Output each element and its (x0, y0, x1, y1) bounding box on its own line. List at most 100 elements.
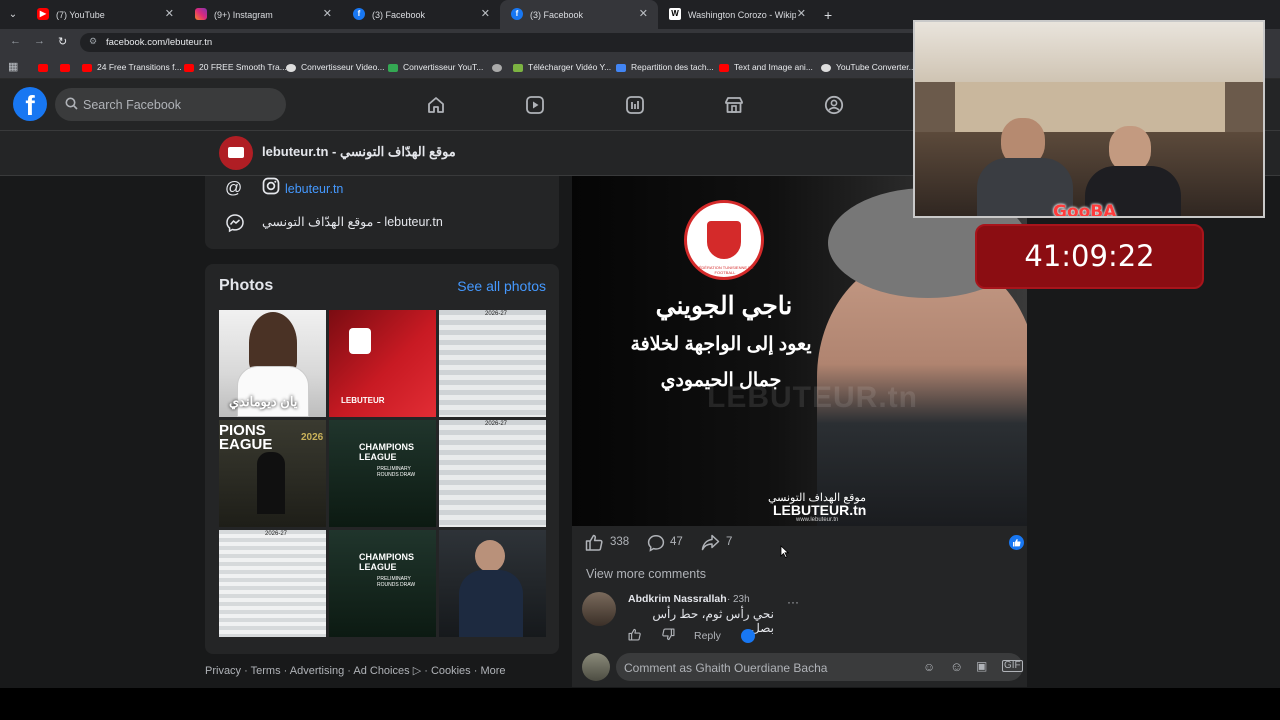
comment-like-icon[interactable] (628, 628, 641, 646)
avatar-sticker-icon[interactable]: ☺ (923, 660, 935, 674)
page-name[interactable]: lebuteur.tn - موقع الهدّاف التونسي (262, 144, 456, 160)
comment-count[interactable]: 47 (670, 536, 683, 548)
emoji-icon[interactable]: ☺ (950, 659, 963, 674)
bookmark-label: 20 FREE Smooth Tra... (199, 62, 287, 72)
close-tab-icon[interactable]: ✕ (797, 7, 806, 20)
comment-more-button[interactable]: ··· (787, 595, 799, 609)
ceiling-area (915, 22, 1263, 82)
footer-terms-link[interactable]: Terms (251, 665, 281, 677)
search-input[interactable]: Search Facebook (55, 88, 286, 121)
camera-icon[interactable]: ▣ (976, 659, 987, 673)
like-icon[interactable] (585, 534, 603, 556)
messenger-link[interactable]: موقع الهدّاف التونسي - lebuteur.tn (262, 214, 443, 229)
composer-placeholder: Comment as Ghaith Ouerdiane Bacha (624, 661, 828, 675)
photo-caption: 2026-27 (265, 531, 288, 537)
bookmark-item[interactable]: Repartition des tach... (616, 62, 714, 72)
site-info-icon[interactable]: ⚙ (89, 36, 97, 47)
photo-thumb-3[interactable]: 2026-27 (439, 310, 546, 417)
facebook-icon: f (511, 8, 523, 20)
photo-thumb-5[interactable]: CHAMPIONS LEAGUE PRELIMINARY ROUNDS DRAW (329, 420, 436, 527)
comment-time-sep: · (727, 594, 731, 605)
forward-icon[interactable]: → (34, 35, 45, 47)
video-icon[interactable] (525, 95, 545, 120)
back-icon[interactable]: ← (10, 35, 21, 47)
like-reaction-icon[interactable] (1009, 535, 1024, 550)
bookmark-youtube-2[interactable] (60, 62, 75, 72)
tab-facebook-1[interactable]: f (3) Facebook ✕ (342, 0, 500, 29)
page-avatar[interactable] (219, 136, 253, 170)
commenter-avatar[interactable] (582, 592, 616, 626)
bookmark-item[interactable]: Télécharger Vidéo Y... (513, 62, 611, 72)
tab-wikipedia[interactable]: W Washington Corozo - Wikipedia ✕ (658, 0, 816, 29)
bookmark-globe[interactable] (492, 62, 507, 72)
bookmark-item[interactable]: 20 FREE Smooth Tra... (184, 62, 287, 72)
bookmark-item[interactable]: Convertisseur Video... (286, 62, 384, 72)
reload-icon[interactable]: ↻ (58, 35, 67, 48)
bottom-strip (0, 688, 1280, 720)
footer-privacy-link[interactable]: Privacy (205, 665, 241, 677)
new-tab-button[interactable]: + (816, 7, 832, 23)
comment-composer-input[interactable]: Comment as Ghaith Ouerdiane Bacha ☺ ☺ ▣ … (616, 653, 1023, 681)
photo-thumb-2[interactable]: LEBUTEUR (329, 310, 436, 417)
close-tab-icon[interactable]: ✕ (481, 7, 490, 20)
footer-cookies-link[interactable]: Cookies (431, 665, 471, 677)
comment-dislike-icon[interactable] (662, 628, 675, 646)
globe-icon (821, 63, 831, 72)
youtube-icon (82, 63, 92, 72)
bookmark-item[interactable]: YouTube Converter... (821, 62, 916, 72)
tab-search-chevron-icon[interactable]: ⌄ (0, 9, 26, 20)
apps-grid-icon[interactable]: ▦ (8, 60, 18, 73)
youtube-icon: ▶ (37, 8, 49, 20)
gif-icon[interactable]: GIF (1002, 660, 1023, 672)
feeds-icon[interactable] (625, 95, 645, 120)
footer-advertising-link[interactable]: Advertising (290, 665, 344, 677)
comment-icon[interactable] (647, 534, 665, 557)
brand-site: www.lebuteur.tn (796, 517, 839, 523)
tab-instagram[interactable]: (9+) Instagram ✕ (184, 0, 342, 29)
footer-ad-choices-link[interactable]: Ad Choices (353, 665, 409, 677)
groups-icon[interactable] (824, 95, 844, 120)
instagram-link[interactable]: lebuteur.tn (285, 182, 343, 196)
tab-facebook-active[interactable]: f (3) Facebook ✕ (500, 0, 658, 29)
close-tab-icon[interactable]: ✕ (323, 7, 332, 20)
bookmark-label: YouTube Converter... (836, 62, 916, 72)
tab-youtube[interactable]: ▶ (7) YouTube ✕ (26, 0, 184, 29)
reply-button[interactable]: Reply (694, 630, 721, 642)
bookmark-item[interactable]: Text and Image ani... (719, 62, 813, 72)
tab-title: (9+) Instagram (214, 9, 273, 20)
bookmark-youtube-1[interactable] (38, 62, 53, 72)
facebook-logo-icon[interactable]: f (13, 87, 47, 121)
photo-thumb-9[interactable] (439, 530, 546, 637)
photo-thumb-1[interactable]: يان ديوماندي (219, 310, 326, 417)
photo-thumb-4[interactable]: PIONS EAGUE 2026 (219, 420, 326, 527)
photo-caption: CHAMPIONS LEAGUE (359, 442, 415, 462)
bookmark-label: Repartition des tach... (631, 62, 714, 72)
comment-time[interactable]: 23h (733, 594, 750, 605)
photo-caption: 2026 (301, 432, 324, 443)
close-tab-icon[interactable]: ✕ (165, 7, 174, 20)
marketplace-icon[interactable] (724, 95, 744, 120)
streamer-name-logo: GooBA (1053, 202, 1117, 218)
home-icon[interactable] (426, 95, 446, 120)
footer-more-link[interactable]: More (480, 665, 505, 677)
photo-thumb-6[interactable]: 2026-27 (439, 420, 546, 527)
close-tab-icon[interactable]: ✕ (639, 7, 648, 20)
my-avatar[interactable] (582, 653, 610, 681)
bookmark-item[interactable]: Convertisseur YouT... (388, 62, 483, 72)
bookmark-item[interactable]: 24 Free Transitions f... (82, 62, 182, 72)
view-more-comments-link[interactable]: View more comments (586, 567, 706, 581)
share-icon[interactable] (701, 534, 720, 556)
photo-thumb-8[interactable]: CHAMPIONS LEAGUE PRELIMINARY ROUNDS DRAW (329, 530, 436, 637)
share-count[interactable]: 7 (726, 536, 732, 548)
download-icon (513, 63, 523, 72)
bookmark-label: 24 Free Transitions f... (97, 62, 182, 72)
url-input[interactable]: ⚙ facebook.com/lebuteur.tn (80, 33, 920, 52)
see-all-photos-link[interactable]: See all photos (457, 278, 546, 294)
mouse-cursor-icon (780, 545, 790, 563)
photos-title: Photos (219, 277, 274, 294)
post-image[interactable]: FÉDÉRATION TUNISIENNE DE FOOTBALL ناجي ا… (572, 176, 1027, 526)
comment-author[interactable]: Abdkrim Nassrallah (628, 593, 727, 605)
photo-thumb-7[interactable]: 2026-27 (219, 530, 326, 637)
like-count[interactable]: 338 (610, 536, 629, 548)
tab-title: (3) Facebook (530, 9, 584, 20)
